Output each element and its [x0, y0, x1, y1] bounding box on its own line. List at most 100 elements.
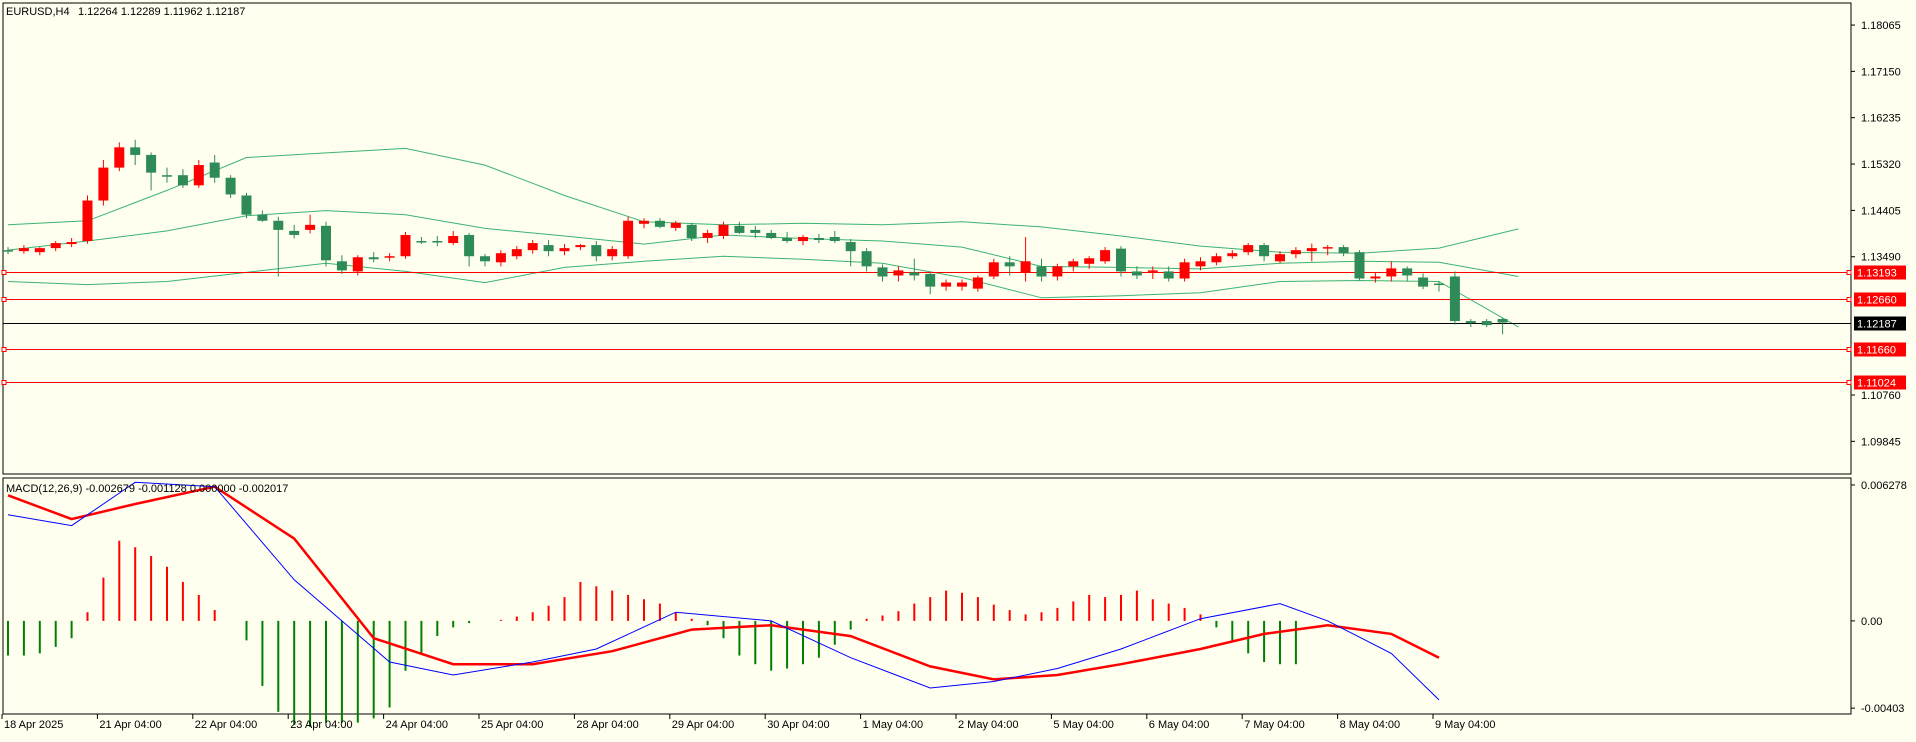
candle-body — [607, 249, 618, 257]
candle-body — [782, 237, 793, 242]
time-tick-label: 8 May 04:00 — [1340, 719, 1401, 731]
price-tick-label: 1.14405 — [1861, 205, 1901, 217]
time-tick-label: 21 Apr 04:00 — [99, 719, 161, 731]
candle-body — [1052, 266, 1063, 277]
chart-background — [0, 0, 1916, 737]
candle-body — [575, 245, 586, 248]
candle-body — [591, 245, 602, 257]
macd-tick-label: 0.00 — [1861, 616, 1882, 628]
candle-body — [305, 224, 316, 230]
candle-body — [18, 248, 29, 252]
time-tick-label: 18 Apr 2025 — [4, 719, 63, 731]
candle-body — [1370, 276, 1381, 279]
chart-canvas[interactable]: 1.18065 1.17150 1.16235 1.15320 1.14405 1.134… — [0, 0, 1916, 737]
level-anchor — [1846, 297, 1852, 302]
time-tick-label: 24 Apr 04:00 — [386, 719, 448, 731]
candle-body — [798, 236, 808, 242]
candle-body — [861, 251, 872, 267]
time-tick-label: 2 May 04:00 — [958, 719, 1019, 731]
candle-body — [400, 234, 411, 257]
candle-body — [1195, 261, 1206, 267]
candle-body — [1259, 245, 1270, 257]
candle-body — [909, 272, 920, 276]
level-price-label: 1.11660 — [1857, 345, 1896, 357]
candle-body — [957, 282, 967, 287]
candle-body — [321, 225, 331, 261]
candle-body — [448, 235, 459, 244]
level-anchor — [1846, 347, 1852, 352]
candle-body — [1179, 262, 1190, 279]
candle-body — [750, 229, 761, 233]
candle-body — [1465, 321, 1476, 324]
candle-body — [241, 195, 252, 215]
candle-body — [766, 232, 777, 238]
candle-body — [66, 242, 77, 245]
level-price-label: 1.11024 — [1857, 378, 1896, 390]
level-anchor — [1846, 270, 1852, 275]
candle-body — [686, 224, 697, 238]
candle-body — [511, 249, 522, 257]
candle-body — [1481, 321, 1492, 326]
price-tick-label: 1.15320 — [1861, 159, 1901, 171]
candle-body — [734, 225, 745, 233]
candle-body — [1116, 248, 1126, 272]
level-price-label: 1.13193 — [1857, 268, 1897, 280]
ohlc-readout: 1.12264 1.12289 1.11962 1.12187 — [78, 6, 245, 18]
candle-body — [495, 253, 506, 263]
candle-body — [146, 154, 157, 173]
candle-body — [1354, 252, 1365, 279]
time-tick-label: 22 Apr 04:00 — [195, 719, 257, 731]
level-anchor — [1, 270, 7, 275]
candle-body — [464, 234, 475, 257]
candle-body — [50, 243, 61, 249]
candle-body — [289, 230, 300, 235]
candle-body — [177, 175, 188, 186]
candle-body — [813, 237, 824, 241]
price-tick-label: 1.13490 — [1861, 252, 1901, 264]
time-tick-label: 25 Apr 04:00 — [481, 719, 543, 731]
candle-body — [162, 175, 172, 177]
candle-body — [654, 220, 665, 227]
candle-body — [368, 257, 379, 260]
candle-body — [1163, 271, 1174, 279]
level-anchor — [1, 347, 7, 352]
candle-body — [829, 236, 840, 242]
level-anchor — [1846, 380, 1852, 385]
candle-body — [1434, 283, 1444, 286]
candle-body — [988, 262, 999, 277]
time-tick-label: 5 May 04:00 — [1053, 719, 1114, 731]
price-tick-label: 1.10760 — [1861, 390, 1901, 402]
price-tick-label: 1.18065 — [1861, 20, 1901, 32]
candle-body — [1386, 268, 1397, 277]
candle-body — [1100, 250, 1111, 262]
macd-label: MACD(12,26,9) -0.002679 -0.001128 0.0000… — [6, 483, 288, 495]
candle-body — [384, 256, 395, 258]
candle-body — [1290, 250, 1301, 255]
price-tick-label: 1.17150 — [1861, 66, 1901, 78]
candle-body — [559, 248, 570, 252]
level-anchor — [1, 380, 7, 385]
chart-window[interactable]: 1.18065 1.17150 1.16235 1.15320 1.14405 1.134… — [0, 0, 1916, 737]
candle-body — [543, 245, 554, 252]
candle-body — [98, 167, 109, 201]
candle-body — [114, 147, 125, 168]
candle-body — [1306, 248, 1317, 252]
time-tick-label: 7 May 04:00 — [1244, 719, 1305, 731]
candle-body — [3, 250, 13, 252]
candle-body — [1497, 319, 1508, 323]
price-tick-label: 1.09845 — [1861, 436, 1901, 448]
time-tick-label: 1 May 04:00 — [863, 719, 924, 731]
candle-body — [480, 256, 490, 262]
candle-body — [1322, 247, 1333, 249]
level-anchor — [1, 297, 7, 302]
time-tick-label: 28 Apr 04:00 — [576, 719, 638, 731]
symbol-label: EURUSD,H4 — [6, 6, 70, 18]
time-tick-label: 9 May 04:00 — [1435, 719, 1496, 731]
candle-body — [527, 243, 538, 251]
candle-body — [257, 214, 268, 221]
candle-body — [1338, 247, 1349, 254]
candle-body — [1402, 268, 1413, 276]
candle-body — [1131, 271, 1142, 276]
candle-body — [941, 282, 952, 287]
candle-body — [1020, 261, 1031, 273]
